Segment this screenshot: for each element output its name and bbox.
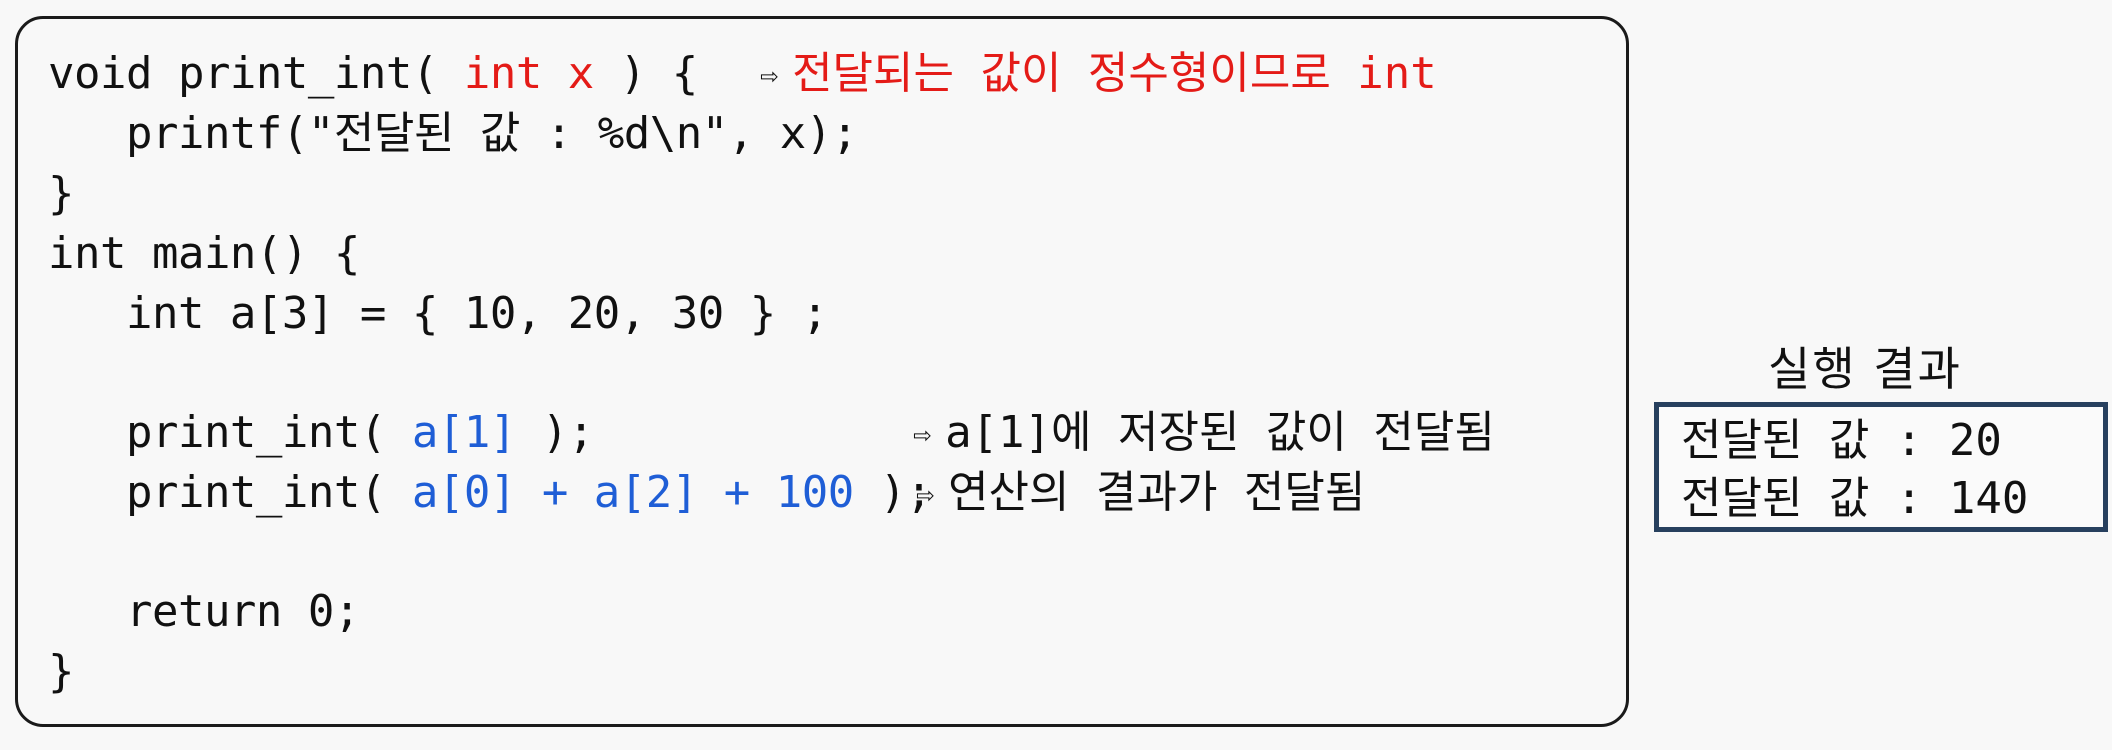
code-line-array-decl: int a[3] = { 10, 20, 30 } ; <box>48 288 828 339</box>
annotation-expression-result-text: 연산의 결과가 전달됨 <box>948 467 1366 518</box>
arrow-right-icon: ⇨ <box>916 477 935 512</box>
code-line-main: int main() { <box>48 228 360 279</box>
result-title: 실행 결과 <box>1768 342 1962 396</box>
code-token-param-int-x: int x <box>463 48 594 99</box>
code-line-call-a1: print_int( a[1] ); <box>48 403 594 463</box>
code-token-call-end: ); <box>515 407 594 458</box>
annotation-a1-value-text: a[1]에 저장된 값이 전달됨 <box>945 407 1495 458</box>
code-token-print-int-call: print_int( <box>48 407 412 458</box>
annotation-int-type: ⇨ 전달되는 값이 정수형이므로 int <box>760 44 1437 104</box>
arrow-right-icon: ⇨ <box>913 417 932 452</box>
code-token-print-int-call: print_int( <box>48 467 412 518</box>
arrow-right-icon: ⇨ <box>760 58 779 93</box>
code-line-printf: printf("전달된 값 : %d\n", x); <box>48 108 858 159</box>
code-token-arg-a1: a[1] <box>411 407 516 458</box>
result-output-box: 전달된 값 : 20 전달된 값 : 140 <box>1654 402 2108 532</box>
result-line-1: 전달된 값 : 20 <box>1681 415 2002 466</box>
code-line-return: return 0; <box>48 586 360 637</box>
annotation-int-type-text: 전달되는 값이 정수형이므로 int <box>792 48 1437 99</box>
code-token-arg-expression: a[0] + a[2] + 100 <box>411 467 854 518</box>
code-token-brace-open: ) { <box>593 48 698 99</box>
code-token-void-print-int: void print_int( <box>48 48 464 99</box>
code-line-close-brace-2: } <box>48 646 75 697</box>
code-line-call-expression: print_int( a[0] + a[2] + 100 ); <box>48 463 932 523</box>
code-line-close-brace-1: } <box>48 168 75 219</box>
annotation-a1-value: ⇨ a[1]에 저장된 값이 전달됨 <box>913 403 1495 463</box>
annotation-expression-result: ⇨ 연산의 결과가 전달됨 <box>916 463 1365 523</box>
code-line-function-signature: void print_int( int x ) { <box>48 44 698 104</box>
result-line-2: 전달된 값 : 140 <box>1681 473 2029 524</box>
